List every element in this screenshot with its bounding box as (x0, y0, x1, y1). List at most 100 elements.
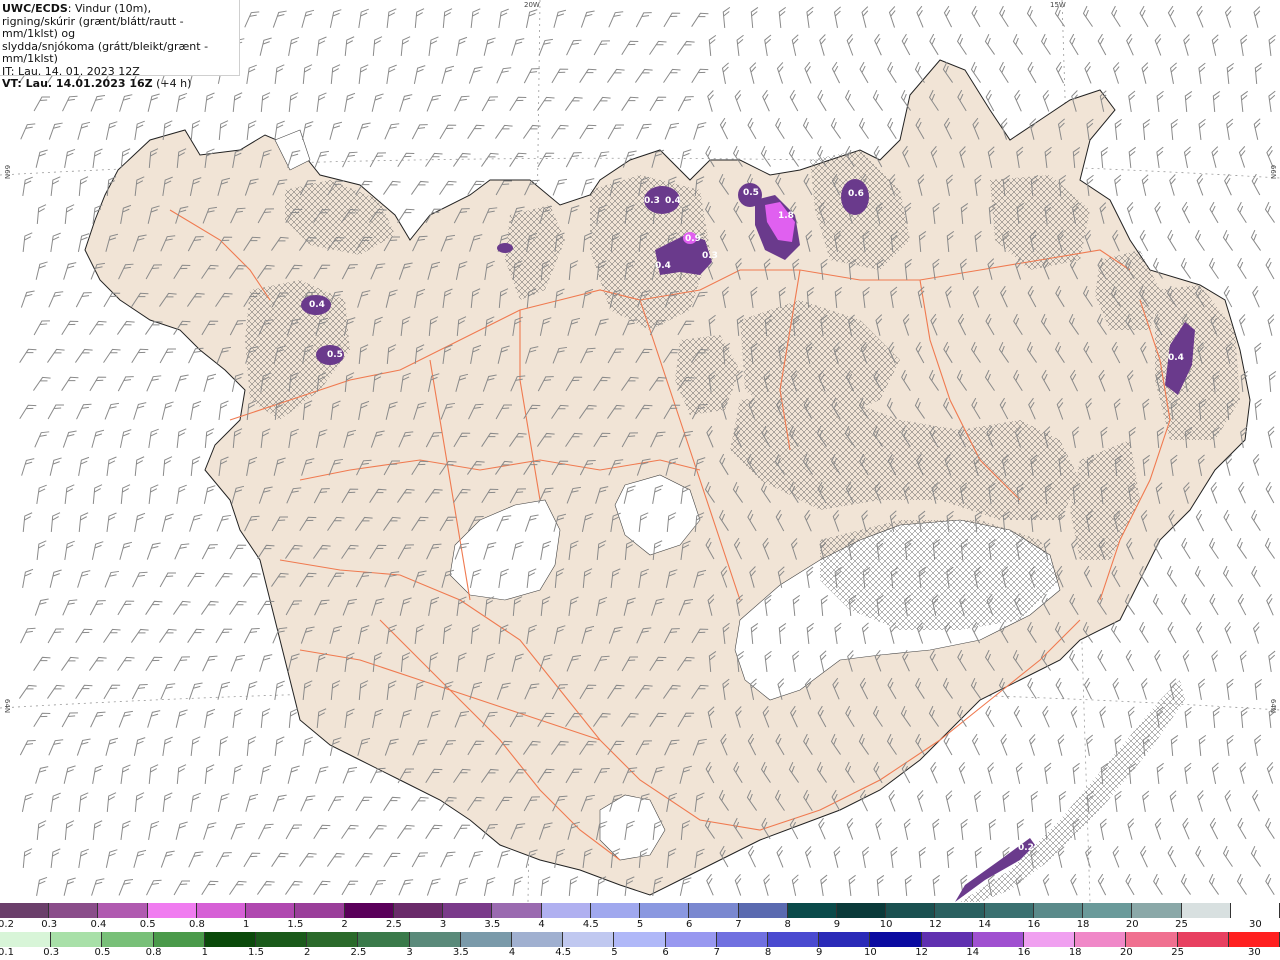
rain-swatch (665, 932, 717, 947)
map-label: 0.4 (655, 261, 671, 271)
rain-scale-label: 14 (966, 947, 980, 958)
snow-scale-label: 4 (538, 919, 545, 930)
snow-swatch (935, 903, 985, 918)
rain-swatch (102, 932, 154, 947)
snow-scale-label: 7 (735, 919, 742, 930)
snow-swatch (1083, 903, 1133, 918)
axis-label-66n-right: 66N (1269, 164, 1278, 180)
rain-scale-label: 4 (508, 947, 516, 958)
map-label: 0.4 (309, 300, 325, 310)
rain-swatch (1228, 932, 1280, 947)
rain-scale-label: 10 (864, 947, 877, 958)
snow-scale-label: 1 (242, 919, 250, 930)
rain-scale-label: 5 (611, 947, 618, 958)
rain-scale-label: 2.5 (350, 947, 367, 958)
rain-swatch (153, 932, 205, 947)
rain-scale-label: 3.5 (452, 947, 469, 958)
snow-scale-label: 8 (784, 919, 791, 930)
snow-swatch (1181, 903, 1231, 918)
snow-swatch (787, 903, 837, 918)
rain-swatch (512, 932, 564, 947)
rain-swatch (460, 932, 513, 947)
axis-label-64n-left: 64N (3, 698, 12, 714)
info-valid-time: VT: Lau. 14.01.2023 16Z (+4 h) (2, 77, 192, 90)
rain-scale-label: 16 (1017, 947, 1031, 958)
rain-swatch (307, 932, 359, 947)
snow-swatch (344, 903, 394, 918)
rain-swatch (1126, 932, 1178, 947)
snow-swatch (147, 903, 197, 918)
map-label: 0.5 (743, 188, 759, 198)
map-label: 0.4 (665, 196, 681, 206)
snow-swatch (49, 903, 99, 918)
snow-scale-label: 3.5 (484, 919, 501, 930)
rain-scale-label: 30 (1248, 947, 1261, 958)
rain-swatch (1024, 932, 1076, 947)
rain-scale-label: 4.5 (555, 947, 572, 958)
snow-scale-label: 0.5 (139, 919, 156, 930)
snow-scale-label: 4.5 (582, 919, 599, 930)
snow-scale-label: 6 (686, 919, 693, 930)
snow-scale-label: 14 (978, 919, 991, 930)
snow-swatch (886, 903, 936, 918)
rain-swatch (1075, 932, 1127, 947)
map-label: 0.3 (702, 251, 718, 261)
map-label: 0.3 (644, 196, 660, 206)
map-label: 1.8 (778, 211, 794, 221)
snow-swatch (295, 903, 345, 918)
snow-scale-label: 2 (341, 919, 348, 930)
snow-scale-label: 10 (879, 919, 893, 930)
rain-scale-label: 20 (1120, 947, 1133, 958)
rain-scale-label: 18 (1068, 947, 1082, 958)
snow-swatch (738, 903, 788, 918)
rain-scale-label: 1.5 (248, 947, 264, 958)
snow-scale-label: 16 (1027, 919, 1041, 930)
rain-scale-label: 3 (406, 947, 413, 958)
snow-swatch (443, 903, 493, 918)
snow-swatch (1132, 903, 1182, 918)
snow-scale-label: 3 (439, 919, 447, 930)
snow-swatch (590, 903, 641, 918)
rain-swatch (563, 932, 615, 947)
snow-swatch (1230, 903, 1280, 918)
rain-color-scale (0, 932, 1280, 947)
weather-map: 0.4 0.5 0.3 0.4 0.9 0.4 0.3 0.5 1.8 0.6 … (0, 0, 1280, 902)
rain-swatch (716, 932, 769, 947)
rain-scale-labels: 0.1 0.3 0.5 0.8 1 1.5 2 2.5 3 3.5 4 4.5 5 6 7 8 9 10 12 14 1… (0, 947, 1280, 959)
rain-swatch (358, 932, 410, 947)
rain-swatch (870, 932, 922, 947)
rain-scale-label: 8 (764, 947, 772, 958)
snow-scale-label: 20 (1125, 919, 1139, 930)
snow-swatch (196, 903, 247, 918)
rain-swatch (51, 932, 103, 947)
snow-scale-label: 5 (636, 919, 644, 930)
snow-swatch (836, 903, 887, 918)
rain-swatch (819, 932, 871, 947)
map-label: 0.6 (848, 189, 864, 199)
snow-swatch (640, 903, 690, 918)
snow-scale-label: 0.3 (41, 919, 58, 930)
rain-scale-label: 0.1 (0, 947, 14, 958)
info-line-snow: slydda/snjókoma (grátt/bleikt/grænt - mm… (2, 39, 209, 65)
snow-scale-label: 9 (833, 919, 841, 930)
snow-swatch (689, 903, 739, 918)
snow-color-scale (0, 903, 1280, 918)
rain-swatch (256, 932, 308, 947)
snow-swatch (541, 903, 591, 918)
snow-scale-label: 0.8 (188, 919, 205, 930)
snow-swatch (246, 903, 296, 918)
rain-swatch (614, 932, 666, 947)
rain-swatch (204, 932, 257, 947)
snow-scale-label: 30 (1249, 919, 1262, 930)
rain-scale-label: 1 (201, 947, 208, 958)
rain-scale-label: 0.3 (43, 947, 60, 958)
snow-swatch (984, 903, 1034, 918)
map-info-box: UWC/ECDS: Vindur (10m), rigning/skúrir (… (0, 0, 240, 90)
rain-swatch (409, 932, 461, 947)
snow-swatch (98, 903, 148, 918)
rain-swatch (1177, 932, 1229, 947)
info-line-rain: rigning/skúrir (grænt/blátt/rautt - mm/1… (2, 14, 184, 40)
snow-scale-label: 0.2 (0, 919, 14, 930)
info-title: UWC/ECDS: Vindur (10m), (2, 2, 152, 15)
snow-scale-label: 18 (1076, 919, 1090, 930)
